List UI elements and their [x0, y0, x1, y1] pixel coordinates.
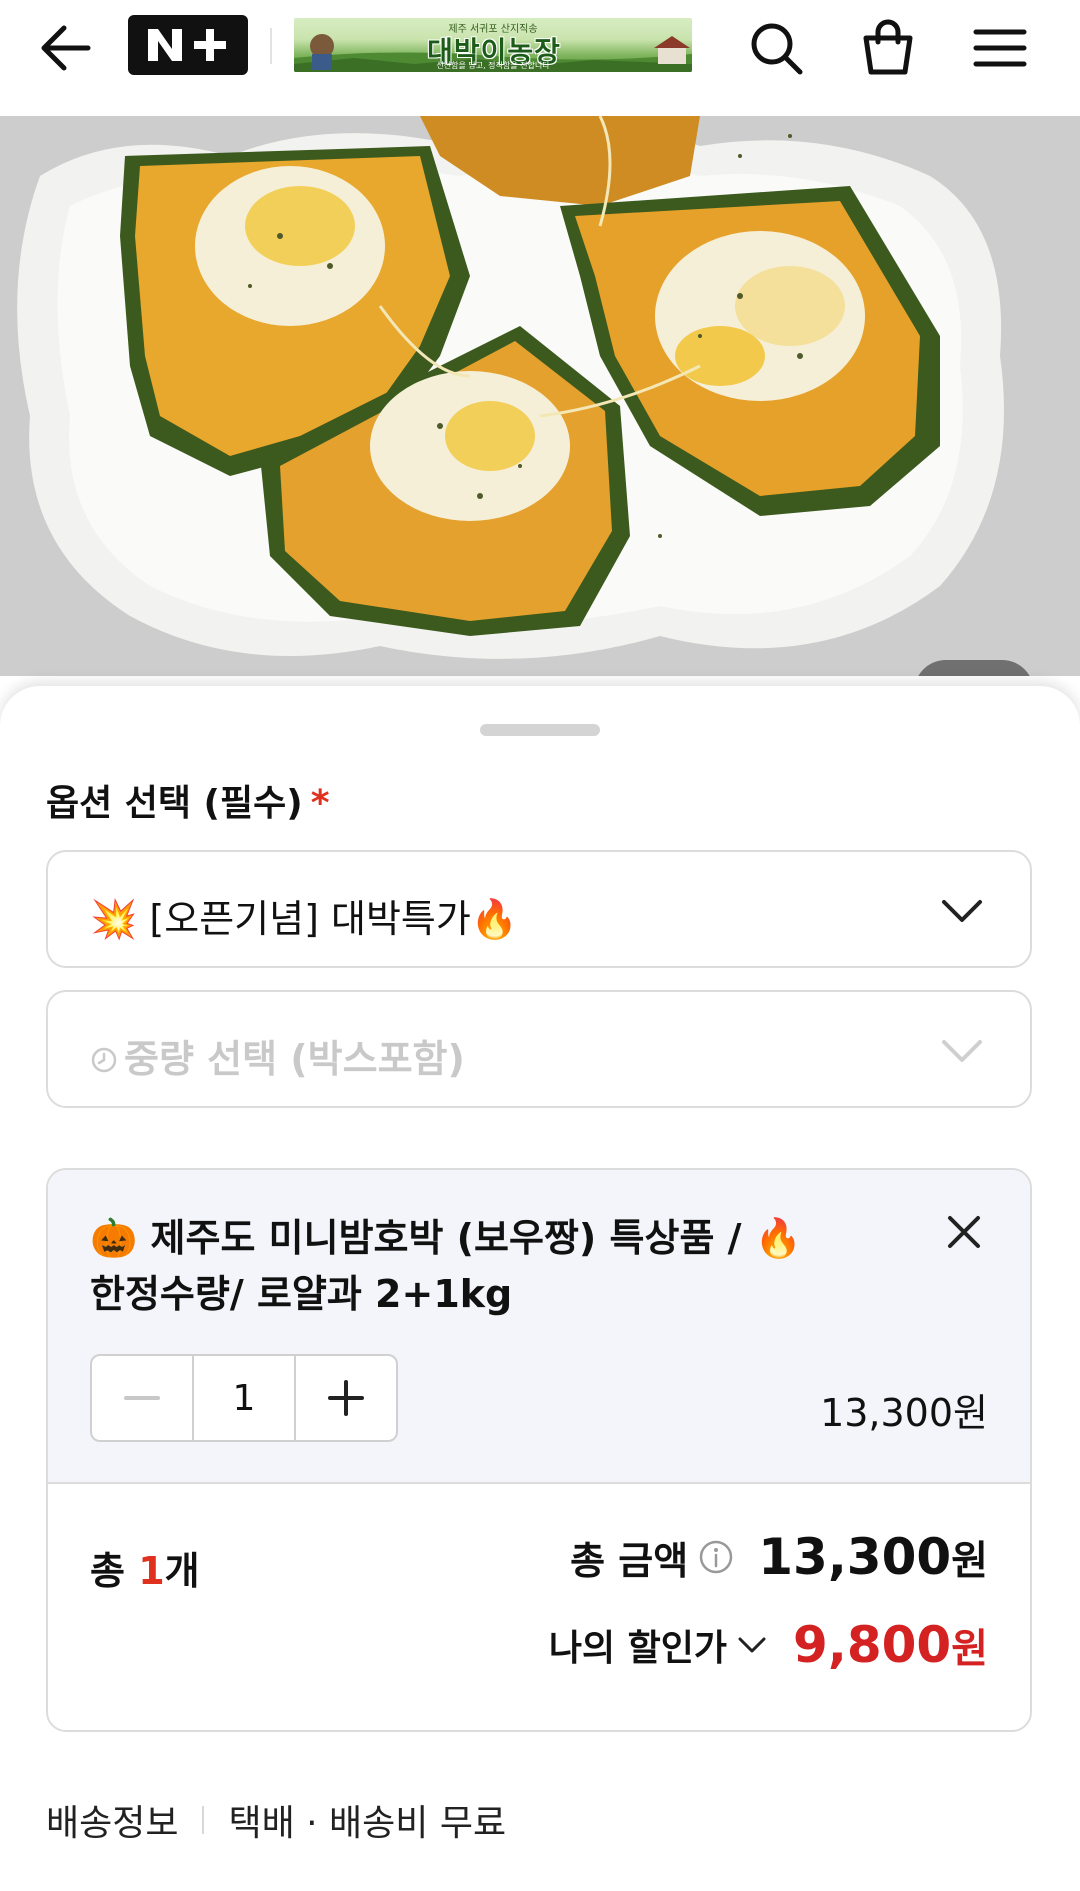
option-section-title: 옵션 선택 (필수) *	[46, 774, 330, 826]
option-title-text: 옵션 선택 (필수)	[46, 783, 303, 824]
weight-select-placeholder-row: 중량 선택 (박스포함)	[90, 1028, 465, 1083]
top-header: 제주 서귀포 산지직송 대박이농장 신선함을 담고, 정직함을 전합니다	[0, 0, 1080, 116]
current-page: 2	[935, 675, 956, 677]
total-amount-unit: 원	[951, 1538, 988, 1584]
option-select-1[interactable]: 💥 [오픈기념] 대박특가🔥	[46, 850, 1032, 968]
item-name-line-2: 한정수량/ 로얄과 2+1kg	[90, 1272, 513, 1316]
option-1-label: [오픈기념] 대박특가	[149, 897, 471, 941]
shipping-label: 배송정보	[46, 1803, 179, 1844]
total-amount-row: 총 금액 13,300 원	[570, 1528, 988, 1586]
close-icon[interactable]	[944, 1212, 984, 1252]
total-amount-value: 13,300	[758, 1528, 952, 1586]
menu-icon[interactable]	[970, 18, 1030, 78]
item-price: 13,300원	[820, 1391, 988, 1435]
minus-icon	[124, 1396, 160, 1400]
baked-pumpkin-photo	[0, 116, 1080, 676]
page-separator: /	[960, 675, 970, 677]
search-icon[interactable]	[746, 18, 806, 78]
option-bottom-sheet: 옵션 선택 (필수) * 💥 [오픈기념] 대박특가🔥 중량 선택 (박스포함) …	[0, 686, 1080, 1891]
selected-item-detail: 🎃 제주도 미니밤호박 (보우짱) 특상품 / 🔥 한정수량/ 로얄과 2+1k…	[48, 1170, 1030, 1484]
total-count: 총 1개	[90, 1540, 200, 1595]
image-page-indicator: 2 / 11	[914, 660, 1034, 676]
info-icon[interactable]	[698, 1539, 734, 1575]
collision-emoji-icon: 💥	[90, 897, 138, 941]
product-image-gallery[interactable]: 2 / 11	[0, 116, 1080, 676]
my-discount-row[interactable]: 나의 할인가 9,800 원	[549, 1616, 988, 1674]
weight-select[interactable]: 중량 선택 (박스포함)	[46, 990, 1032, 1108]
my-discount-value: 9,800	[793, 1616, 952, 1674]
shopping-bag-icon[interactable]	[858, 18, 918, 78]
shipping-divider	[202, 1806, 205, 1834]
chevron-down-icon	[942, 1040, 982, 1062]
fire-emoji-icon: 🔥	[470, 897, 519, 941]
total-pages: 11	[974, 675, 1012, 677]
selected-item-card: 🎃 제주도 미니밤호박 (보우짱) 특상품 / 🔥 한정수량/ 로얄과 2+1k…	[46, 1168, 1032, 1732]
store-banner[interactable]: 제주 서귀포 산지직송 대박이농장 신선함을 담고, 정직함을 전합니다	[294, 18, 692, 72]
selected-item-name: 🎃 제주도 미니밤호박 (보우짱) 특상품 / 🔥 한정수량/ 로얄과 2+1k…	[90, 1210, 850, 1322]
quantity-stepper: 1	[90, 1354, 398, 1442]
total-count-value: 1	[138, 1549, 165, 1593]
decrease-button[interactable]	[92, 1356, 194, 1440]
header-divider	[270, 28, 272, 64]
chevron-down-icon	[738, 1637, 766, 1653]
my-discount-label: 나의 할인가	[548, 1628, 728, 1669]
plus-icon	[328, 1380, 364, 1416]
total-amount-label: 총 금액	[570, 1538, 689, 1583]
chevron-down-icon	[942, 900, 982, 922]
back-arrow-icon[interactable]	[38, 22, 98, 74]
sheet-drag-handle[interactable]	[480, 724, 600, 736]
my-discount-unit: 원	[951, 1626, 988, 1672]
weight-select-placeholder: 중량 선택 (박스포함)	[124, 1037, 465, 1081]
clock-icon	[91, 1047, 117, 1073]
total-count-prefix: 총	[90, 1549, 139, 1593]
shipping-value: 택배 · 배송비 무료	[228, 1803, 507, 1844]
banner-sub-line: 신선함을 담고, 정직함을 전합니다	[436, 61, 550, 70]
quantity-value[interactable]: 1	[194, 1356, 294, 1440]
n-plus-logo-icon	[148, 29, 226, 61]
required-mark: *	[310, 783, 330, 824]
naver-plus-logo[interactable]	[128, 15, 248, 75]
option-select-1-value: 💥 [오픈기념] 대박특가🔥	[90, 888, 518, 943]
increase-button[interactable]	[294, 1356, 396, 1440]
shipping-info: 배송정보 택배 · 배송비 무료	[46, 1794, 506, 1846]
total-count-suffix: 개	[164, 1549, 200, 1593]
item-name-line-1: 🎃 제주도 미니밤호박 (보우짱) 특상품 / 🔥	[90, 1216, 803, 1260]
